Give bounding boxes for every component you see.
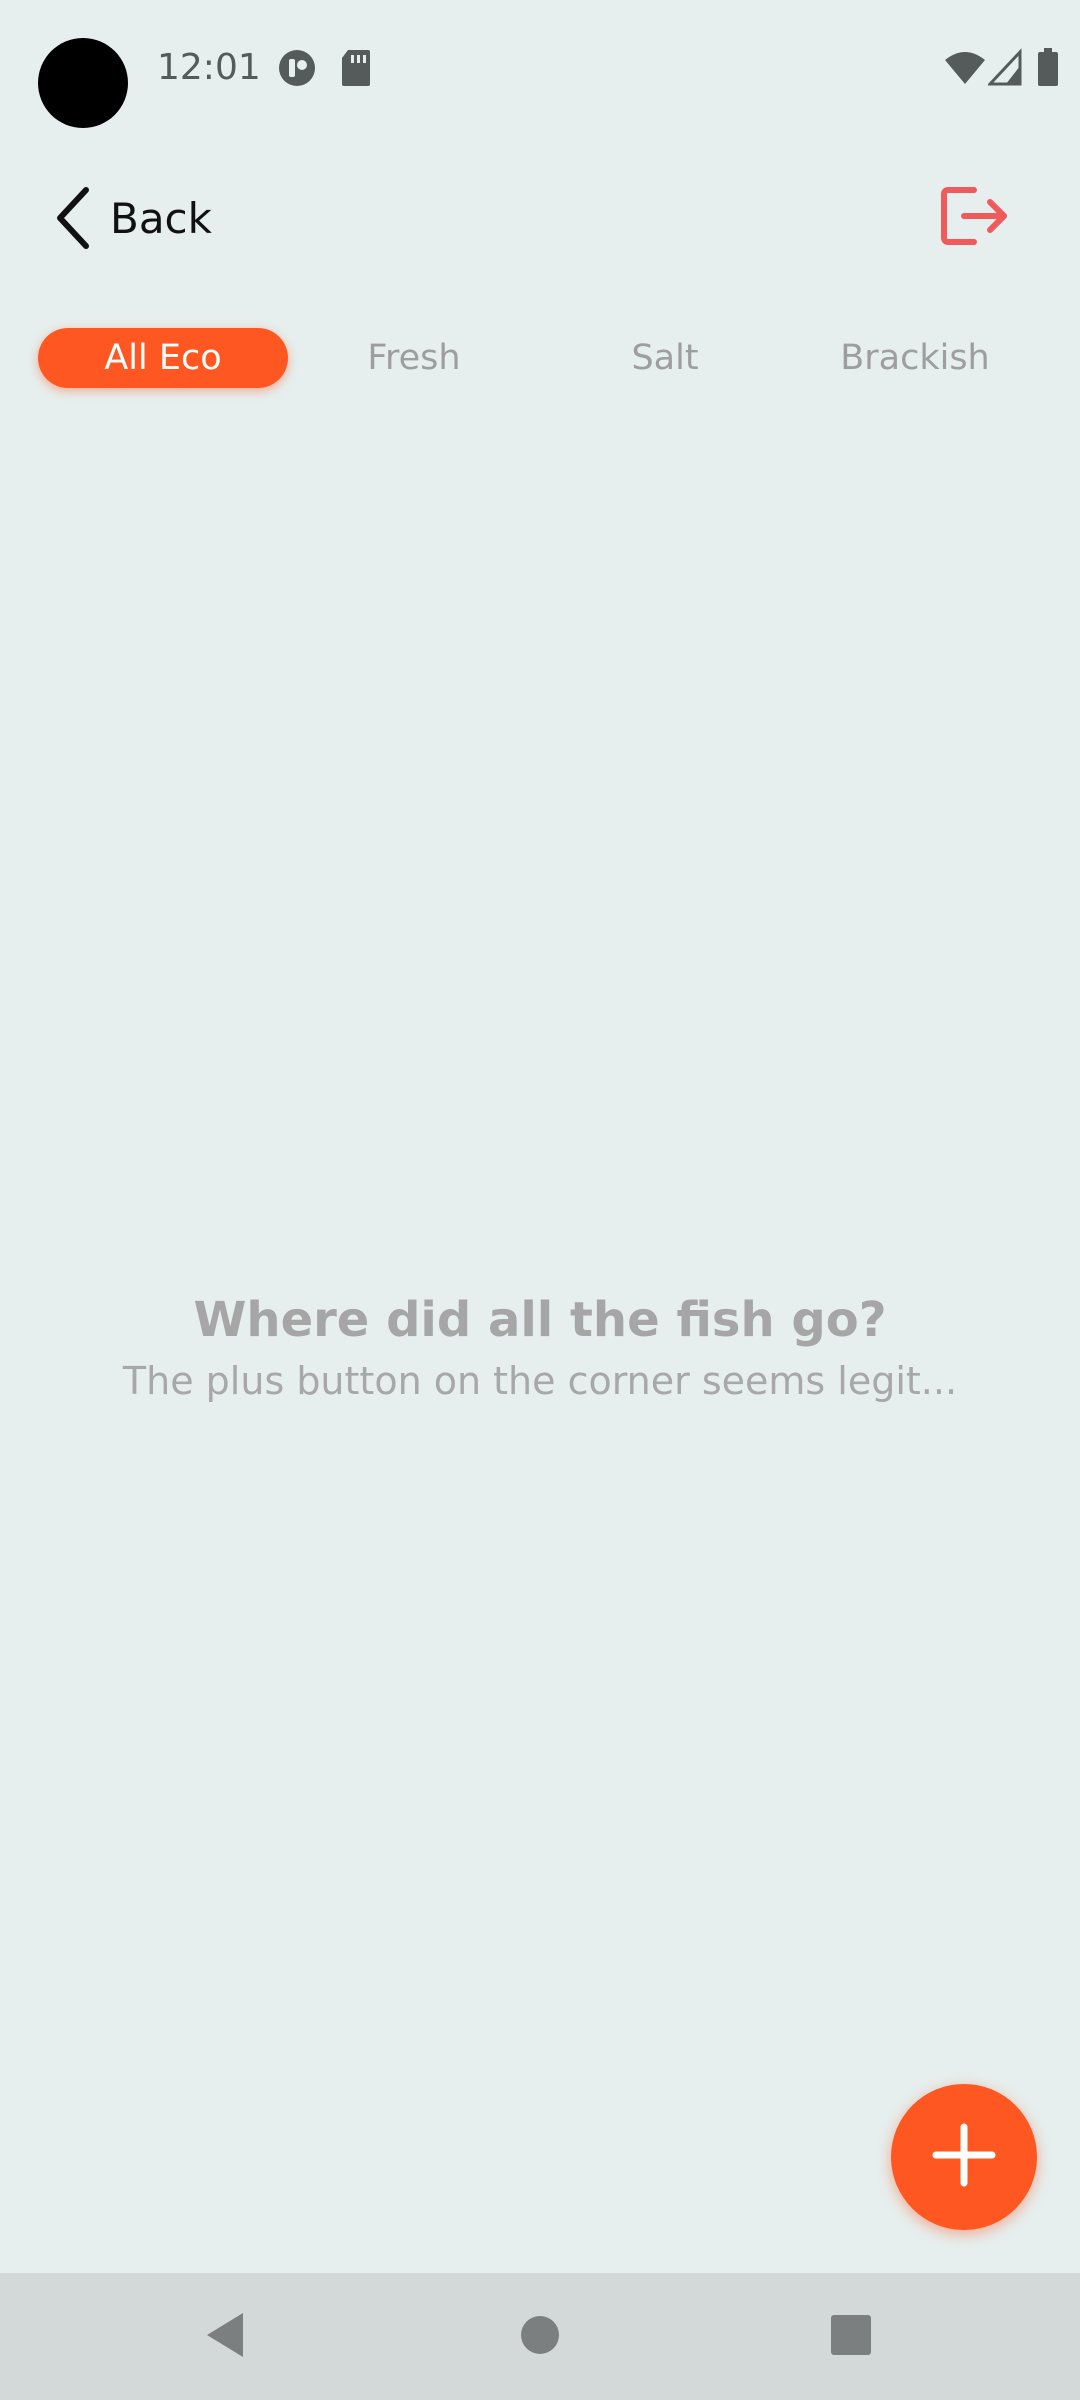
tab-salt[interactable]: Salt — [540, 328, 790, 388]
ecosystem-tabs: All Eco Fresh Salt Brackish — [38, 328, 1042, 388]
logout-button[interactable] — [935, 178, 1015, 258]
empty-state: Where did all the fish go? The plus butt… — [0, 1285, 1080, 1407]
system-nav-bar — [0, 2273, 1080, 2400]
camera-cutout — [38, 38, 128, 128]
recents-square-icon — [830, 2314, 872, 2360]
wifi-icon — [944, 48, 986, 88]
tab-fresh[interactable]: Fresh — [289, 328, 539, 388]
logout-icon — [940, 184, 1010, 252]
battery-icon — [1037, 48, 1059, 88]
cell-signal-icon — [986, 48, 1022, 88]
app-notification-icon — [277, 48, 317, 88]
status-time: 12:01 — [157, 47, 261, 88]
tab-all-eco[interactable]: All Eco — [38, 328, 288, 388]
chevron-left-icon — [52, 186, 96, 250]
empty-state-subtitle: The plus button on the corner seems legi… — [122, 1359, 958, 1403]
plus-icon — [932, 2123, 996, 2191]
back-label: Back — [110, 193, 212, 243]
add-fish-button[interactable] — [891, 2084, 1037, 2230]
tab-brackish[interactable]: Brackish — [790, 328, 1040, 388]
sd-card-icon — [340, 48, 372, 88]
nav-home-button[interactable] — [480, 2273, 600, 2400]
back-triangle-icon — [203, 2311, 247, 2363]
back-button[interactable]: Back — [52, 178, 212, 258]
home-circle-icon — [520, 2315, 560, 2359]
empty-state-title: Where did all the fish go? — [193, 1292, 887, 1348]
status-bar: 12:01 — [0, 0, 1080, 140]
nav-back-button[interactable] — [165, 2273, 285, 2400]
nav-recents-button[interactable] — [791, 2273, 911, 2400]
screen: 12:01 Back All Eco Fresh Salt Brackish W… — [0, 0, 1080, 2400]
